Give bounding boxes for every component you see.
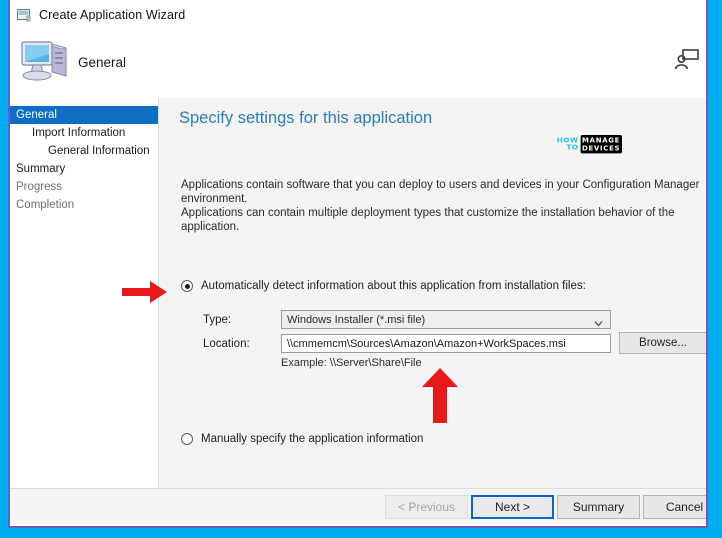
location-field-row: Location: \\cmmemcm\Sources\Amazon\Amazo… [203,334,611,353]
create-application-wizard-window: Create Application Wizard General Genera… [8,0,708,528]
radio-automatically-detect-indicator[interactable] [181,280,193,292]
browse-button[interactable]: Browse... [619,332,706,354]
wizard-banner: General [10,30,706,98]
location-input-value: \\cmmemcm\Sources\Amazon\Amazon+WorkSpac… [287,337,566,350]
title-bar: Create Application Wizard [10,0,706,30]
radio-manually-specify[interactable]: Manually specify the application informa… [181,433,423,445]
type-dropdown[interactable]: Windows Installer (*.msi file) [281,310,611,329]
intro-line-1: Applications contain software that you c… [181,179,700,205]
cancel-button[interactable]: Cancel [643,495,706,519]
wizard-step-sidebar: General Import Information General Infor… [10,98,158,488]
radio-automatically-detect[interactable]: Automatically detect information about t… [181,280,586,292]
computer-monitor-icon [18,36,74,88]
type-field-row: Type: Windows Installer (*.msi file) [203,310,611,329]
wizard-footer: < Previous Next > Summary Cancel [10,488,706,524]
radio-automatically-detect-label: Automatically detect information about t… [201,280,586,292]
location-input[interactable]: \\cmmemcm\Sources\Amazon\Amazon+WorkSpac… [281,334,611,353]
type-label: Type: [203,313,232,326]
intro-line-2: Applications can contain multiple deploy… [181,207,675,233]
watermark-manage-text: MANAGE [581,135,621,145]
intro-description: Applications contain software that you c… [181,178,706,234]
radio-manually-specify-indicator[interactable] [181,433,193,445]
wizard-window-icon [16,7,32,23]
type-selected-value: Windows Installer (*.msi file) [287,313,426,326]
next-button[interactable]: Next > [471,495,554,519]
watermark-devices-text: DEVICES [581,144,621,153]
screenshot-canvas: Create Application Wizard General Genera… [0,0,722,538]
wizard-content-panel: Specify settings for this application HO… [158,98,706,488]
window-title: Create Application Wizard [39,8,186,22]
banner-page-label: General [78,55,127,70]
watermark-managedevices: MANAGE DEVICES [580,135,622,154]
watermark-to-text: TO [566,143,579,152]
sidebar-item-completion[interactable]: Completion [10,196,158,214]
chevron-down-icon [594,315,603,327]
sidebar-item-general-information[interactable]: General Information [10,142,158,160]
previous-button[interactable]: < Previous [385,495,468,519]
location-label: Location: [203,337,250,350]
sidebar-item-summary[interactable]: Summary [10,160,158,178]
sidebar-item-import-information[interactable]: Import Information [10,124,158,142]
howtomanagedevices-watermark-logo: HOW TO MANAGE DEVICES [557,135,622,154]
sidebar-item-general[interactable]: General [10,106,158,124]
location-example-hint: Example: \\Server\Share\File [281,357,422,369]
user-help-icon[interactable] [674,48,700,72]
watermark-howto: HOW TO [557,136,579,152]
sidebar-item-progress[interactable]: Progress [10,178,158,196]
wizard-body: General Import Information General Infor… [10,98,706,488]
radio-manually-specify-label: Manually specify the application informa… [201,433,424,445]
page-title: Specify settings for this application [179,109,433,127]
summary-button[interactable]: Summary [557,495,640,519]
